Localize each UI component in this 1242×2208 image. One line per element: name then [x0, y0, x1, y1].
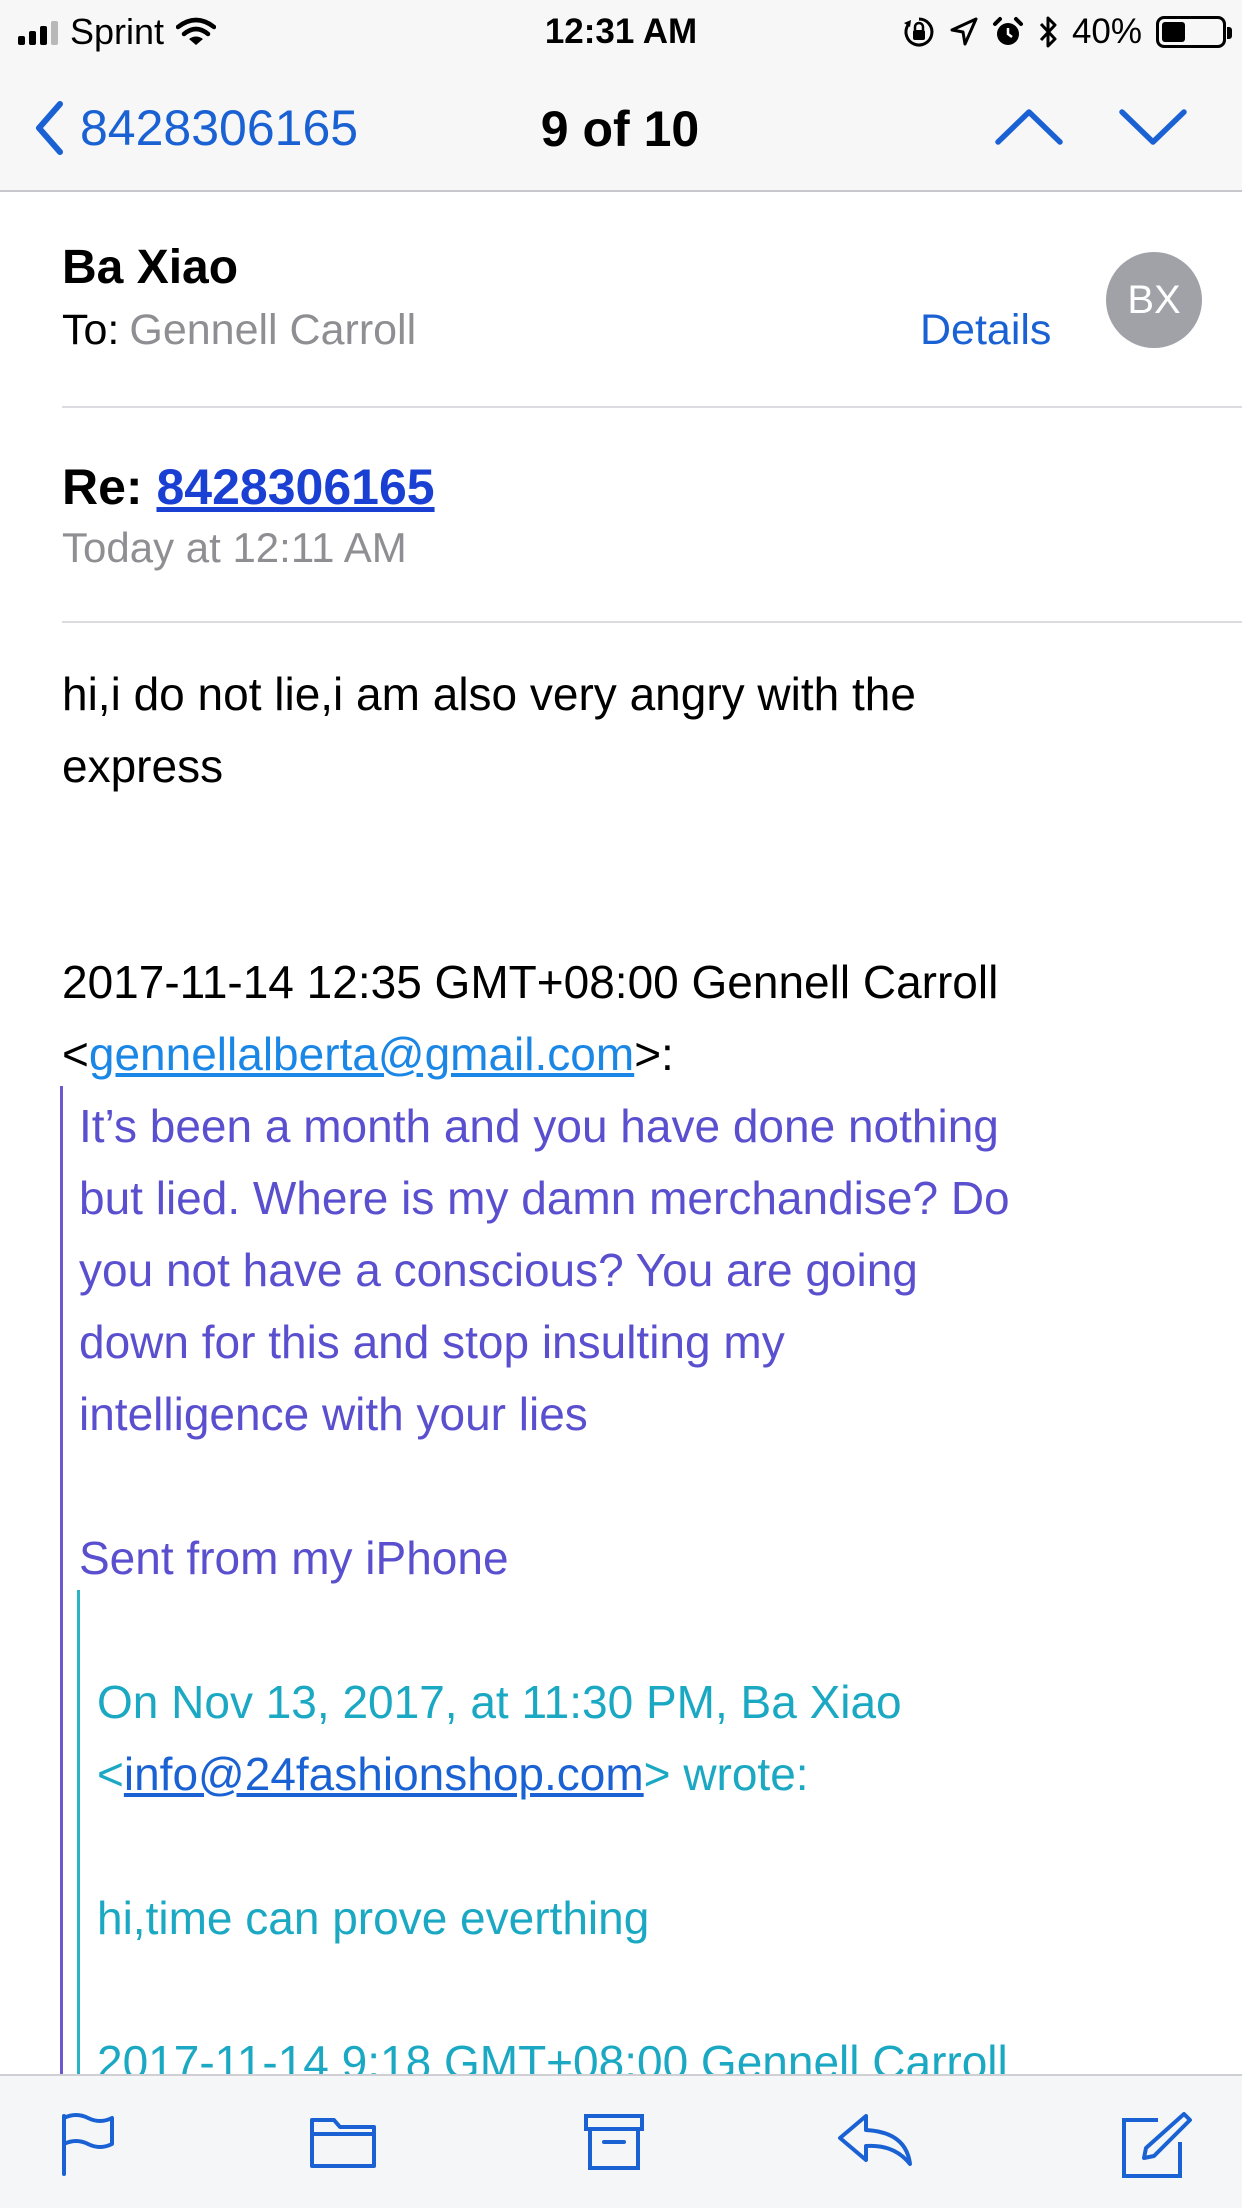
quote-header-line-2: <gennellalberta@gmail.com>:	[62, 1028, 674, 1080]
orientation-lock-icon	[903, 17, 934, 47]
subject-line: Re: 8428306165	[62, 458, 435, 516]
bluetooth-icon	[1039, 16, 1057, 48]
quote-1-line: but lied. Where is my damn merchandise? …	[79, 1172, 1010, 1224]
chevron-up-icon	[995, 109, 1063, 145]
body-line-1: hi,i do not lie,i am also very angry wit…	[62, 668, 916, 720]
archive-icon[interactable]	[582, 2110, 646, 2174]
quote-2-header-line-2: <info@24fashionshop.com> wrote:	[97, 1748, 809, 1800]
quote-1-line: It’s been a month and you have done noth…	[79, 1100, 999, 1152]
recipient-line: To: Gennell Carroll	[62, 306, 416, 355]
subject-phone-link[interactable]: 8428306165	[156, 459, 434, 515]
subject-divider	[62, 621, 1242, 623]
reply-icon[interactable]	[836, 2110, 916, 2170]
alarm-icon	[992, 17, 1023, 45]
quote-bar-level-2	[77, 1590, 80, 2090]
header-divider	[62, 406, 1242, 408]
body-line-2: express	[62, 740, 224, 792]
quote-2-header-line-1: On Nov 13, 2017, at 11:30 PM, Ba Xiao	[97, 1676, 902, 1728]
quote-1-signature: Sent from my iPhone	[79, 1532, 509, 1584]
recipient-name[interactable]: Gennell Carroll	[129, 306, 416, 354]
flag-icon[interactable]	[58, 2110, 118, 2176]
quote-2-text: hi,time can prove everthing	[97, 1892, 650, 1944]
battery-percent: 40%	[1071, 12, 1142, 51]
quote-email-link[interactable]: gennellalberta@gmail.com	[89, 1028, 634, 1080]
sender-name: Ba Xiao	[62, 241, 239, 294]
message-position: 9 of 10	[540, 101, 700, 157]
quote-header-line-1: 2017-11-14 12:35 GMT+08:00 Gennell Carro…	[62, 956, 999, 1008]
next-message-button[interactable]	[1118, 100, 1188, 154]
chevron-down-icon	[1119, 109, 1187, 145]
quote-1-line: down for this and stop insulting my	[79, 1316, 785, 1368]
quote-2-email-link[interactable]: info@24fashionshop.com	[124, 1748, 644, 1800]
back-button[interactable]: 8428306165	[34, 92, 358, 164]
nav-bar: 8428306165 9 of 10	[0, 64, 1242, 192]
quote-1-line: you not have a conscious? You are going	[79, 1244, 918, 1296]
avatar: BX	[1106, 252, 1202, 348]
quote-1-line: intelligence with your lies	[79, 1388, 588, 1440]
message-date: Today at 12:11 AM	[62, 524, 407, 571]
status-right: 40%	[902, 8, 1232, 56]
details-button[interactable]: Details	[920, 306, 1051, 355]
chevron-left-icon	[36, 101, 63, 155]
location-icon	[950, 17, 978, 46]
back-label: 8428306165	[80, 100, 359, 156]
battery-icon	[1156, 16, 1232, 48]
compose-icon[interactable]	[1118, 2110, 1194, 2182]
status-bar: Sprint 12:31 AM 40%	[0, 0, 1242, 64]
quote-bar-level-1	[60, 1086, 63, 2086]
to-label: To:	[62, 306, 120, 354]
folder-icon[interactable]	[308, 2110, 378, 2170]
previous-message-button[interactable]	[994, 100, 1064, 154]
subject-prefix: Re:	[62, 459, 143, 515]
bottom-toolbar	[0, 2074, 1242, 2208]
